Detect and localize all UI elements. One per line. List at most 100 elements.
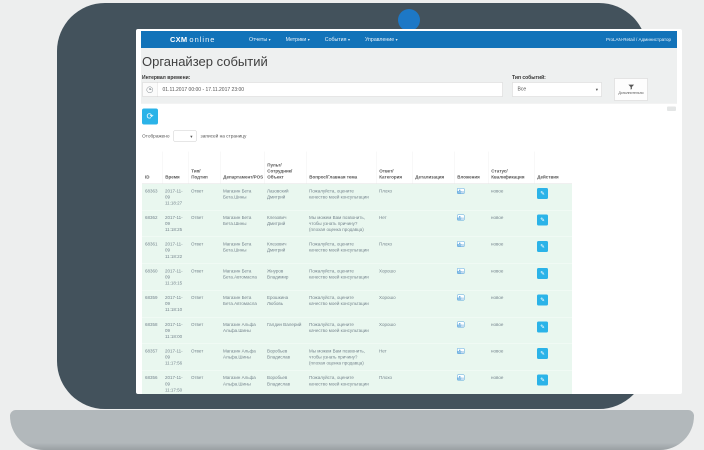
event-detail	[412, 290, 454, 317]
webcam-icon	[398, 9, 420, 31]
top-navbar: CXMonline Отчеты▾ Метрики▾ События▾ Упра…	[141, 31, 677, 48]
event-department: Магазин Альфа Альфа.Шины	[220, 317, 264, 344]
event-status: новое	[488, 370, 534, 394]
attachment-image-icon[interactable]	[457, 321, 465, 327]
col-actions: Действия	[534, 152, 572, 184]
event-time: 2017-11-09 11:18:10	[162, 290, 188, 317]
event-id: 68360	[142, 264, 162, 291]
event-question: Пожалуйста, оцените качество моей консул…	[306, 184, 376, 211]
menu-item-reports[interactable]: Отчеты▾	[241, 31, 278, 49]
event-time: 2017-11-09 11:18:00	[162, 317, 188, 344]
event-time: 2017-11-09 11:17:56	[162, 344, 188, 371]
table-header-row: ID Время Тип/ Подтип Департамент/POS Пул…	[142, 152, 572, 184]
edit-event-button[interactable]: ✎	[537, 348, 548, 359]
event-actions-cell: ✎	[534, 317, 572, 344]
event-type: Ответ	[188, 370, 220, 394]
attachment-image-icon[interactable]	[457, 375, 465, 381]
cxm-app: CXMonline Отчеты▾ Метрики▾ События▾ Упра…	[141, 31, 677, 394]
user-account-label[interactable]: ProLAN-Retail / Администратор	[606, 31, 671, 48]
event-question: Пожалуйста, оцените качество моей консул…	[306, 237, 376, 264]
col-question: Вопрос/Главная тема	[306, 152, 376, 184]
chevron-down-icon: ▾	[308, 37, 310, 42]
main-menu: Отчеты▾ Метрики▾ События▾ Управление▾	[241, 31, 405, 49]
col-department: Департамент/POS	[220, 152, 264, 184]
table-row: 683572017-11-09 11:17:56ОтветМагазин Аль…	[142, 344, 572, 371]
event-type: Ответ	[188, 237, 220, 264]
event-id: 68363	[142, 184, 162, 211]
event-question: Мы можем Вам позвонить, чтобы узнать при…	[306, 344, 376, 371]
edit-event-button[interactable]: ✎	[537, 268, 548, 279]
edit-event-button[interactable]: ✎	[537, 375, 548, 386]
page-title: Органайзер событий	[142, 54, 268, 70]
attachment-image-icon[interactable]	[457, 295, 465, 301]
events-table-body: 683632017-11-09 11:18:27ОтветМагазин Бет…	[142, 184, 572, 395]
col-status: Статус/ Квалификация	[488, 152, 534, 184]
menu-item-management[interactable]: Управление▾	[357, 31, 405, 49]
event-detail	[412, 370, 454, 394]
menu-item-metrics[interactable]: Метрики▾	[278, 31, 317, 49]
additional-filters-button[interactable]: Дополнительно	[614, 78, 648, 101]
event-actions-cell: ✎	[534, 344, 572, 371]
event-type-label: Тип событий:	[512, 75, 546, 81]
event-id: 68356	[142, 370, 162, 394]
edit-event-button[interactable]: ✎	[537, 321, 548, 332]
event-attachments-cell	[454, 290, 488, 317]
event-type: Ответ	[188, 344, 220, 371]
attachment-image-icon[interactable]	[457, 348, 465, 354]
chevron-down-icon: ▾	[596, 83, 598, 97]
event-question: Мы можем Вам позвонить, чтобы узнать при…	[306, 210, 376, 237]
event-attachments-cell	[454, 317, 488, 344]
attachment-image-icon[interactable]	[457, 214, 465, 220]
event-department: Магазин Бета Бета.Шины	[220, 210, 264, 237]
event-time: 2017-11-09 11:18:27	[162, 184, 188, 211]
event-attachments-cell	[454, 370, 488, 394]
event-status: новое	[488, 344, 534, 371]
event-object: Воробьев Владислав	[264, 370, 306, 394]
event-status: новое	[488, 210, 534, 237]
monitor-stand	[10, 410, 694, 450]
event-type: Ответ	[188, 317, 220, 344]
table-row: 683562017-11-09 11:17:50ОтветМагазин Аль…	[142, 370, 572, 394]
edit-event-button[interactable]: ✎	[537, 188, 548, 199]
event-detail	[412, 344, 454, 371]
event-actions-cell: ✎	[534, 184, 572, 211]
app-logo[interactable]: CXMonline	[170, 35, 215, 44]
page-size-suffix: записей на страницу	[201, 133, 247, 139]
event-attachments-cell	[454, 237, 488, 264]
interval-input[interactable]	[158, 83, 503, 97]
clock-icon	[143, 83, 158, 97]
event-actions-cell: ✎	[534, 290, 572, 317]
edit-event-button[interactable]: ✎	[537, 295, 548, 306]
event-id: 68362	[142, 210, 162, 237]
page-size-row: Отображено ▾ записей на страницу	[142, 131, 246, 142]
col-object: Пульт/ Сотрудник/ Объект	[264, 152, 306, 184]
menu-item-events[interactable]: События▾	[317, 31, 357, 49]
event-object: Галдин Валерий	[264, 317, 306, 344]
attachment-image-icon[interactable]	[457, 268, 465, 274]
refresh-button[interactable]: ⟳	[142, 109, 158, 125]
content-panel: ⟳ Отображено ▾ записей на страницу	[141, 103, 677, 394]
page-size-select[interactable]: ▾	[174, 131, 197, 142]
event-answer: Плохо	[376, 370, 412, 394]
col-id: ID	[142, 152, 162, 184]
attachment-image-icon[interactable]	[457, 188, 465, 194]
scene: CXMonline Отчеты▾ Метрики▾ События▾ Упра…	[0, 0, 704, 450]
event-time: 2017-11-09 11:17:50	[162, 370, 188, 394]
event-actions-cell: ✎	[534, 264, 572, 291]
event-detail	[412, 184, 454, 211]
edit-event-button[interactable]: ✎	[537, 214, 548, 225]
event-id: 68357	[142, 344, 162, 371]
event-question: Пожалуйста, оцените качество моей консул…	[306, 317, 376, 344]
chevron-down-icon: ▾	[396, 37, 398, 42]
edit-event-button[interactable]: ✎	[537, 241, 548, 252]
page-size-prefix: Отображено	[142, 133, 170, 139]
event-type-select[interactable]: Все ▾	[512, 82, 602, 97]
event-detail	[412, 237, 454, 264]
event-answer: Плохо	[376, 184, 412, 211]
table-row: 683582017-11-09 11:18:00ОтветМагазин Аль…	[142, 317, 572, 344]
event-answer: Нет	[376, 344, 412, 371]
event-actions-cell: ✎	[534, 370, 572, 394]
event-type: Ответ	[188, 290, 220, 317]
col-time: Время	[162, 152, 188, 184]
attachment-image-icon[interactable]	[457, 241, 465, 247]
